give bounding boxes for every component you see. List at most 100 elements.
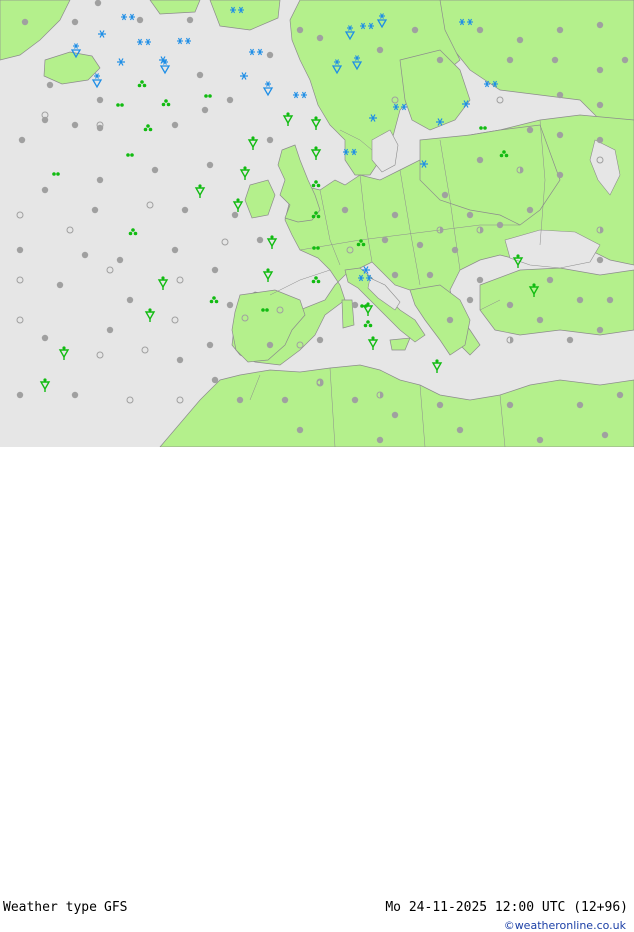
drizzle-icon xyxy=(126,153,134,157)
overcast-dot-icon xyxy=(171,246,179,254)
overcast-dot-icon xyxy=(436,56,444,64)
drizzle-icon xyxy=(479,126,487,130)
clear-circle-icon xyxy=(496,96,504,104)
overcast-dot-icon xyxy=(351,301,359,309)
overcast-dot-icon xyxy=(596,101,604,109)
clear-circle-icon xyxy=(176,396,184,404)
rain-icon xyxy=(161,99,171,107)
great-britain xyxy=(277,144,321,223)
overcast-dot-icon xyxy=(41,186,49,194)
overcast-dot-icon xyxy=(91,206,99,214)
weather-map xyxy=(0,0,634,448)
partly-cloudy-icon xyxy=(506,336,514,344)
overcast-dot-icon xyxy=(596,326,604,334)
heavy-snow-icon xyxy=(248,48,264,56)
overcast-dot-icon xyxy=(176,356,184,364)
overcast-dot-icon xyxy=(126,296,134,304)
overcast-dot-icon xyxy=(546,276,554,284)
rain-icon xyxy=(143,124,153,132)
overcast-dot-icon xyxy=(171,121,179,129)
rain-icon xyxy=(311,276,321,284)
rain-icon xyxy=(137,80,147,88)
clear-circle-icon xyxy=(146,201,154,209)
overcast-dot-icon xyxy=(16,246,24,254)
overcast-dot-icon xyxy=(506,301,514,309)
overcast-dot-icon xyxy=(201,106,209,114)
overcast-dot-icon xyxy=(596,66,604,74)
overcast-dot-icon xyxy=(94,0,102,7)
ireland xyxy=(244,179,276,219)
overcast-dot-icon xyxy=(116,256,124,264)
overcast-dot-icon xyxy=(186,16,194,24)
overcast-dot-icon xyxy=(226,96,234,104)
clear-circle-icon xyxy=(141,346,149,354)
overcast-dot-icon xyxy=(551,56,559,64)
rain-shower-icon xyxy=(145,307,155,323)
overcast-dot-icon xyxy=(536,316,544,324)
overcast-dot-icon xyxy=(16,391,24,399)
overcast-dot-icon xyxy=(206,161,214,169)
north-africa xyxy=(159,364,634,448)
overcast-dot-icon xyxy=(416,241,424,249)
overcast-dot-icon xyxy=(476,26,484,34)
overcast-dot-icon xyxy=(476,276,484,284)
overcast-dot-icon xyxy=(211,376,219,384)
valid-time-label: Mo 24-11-2025 12:00 UTC (12+96) xyxy=(385,900,628,915)
overcast-dot-icon xyxy=(281,396,289,404)
overcast-dot-icon xyxy=(576,401,584,409)
overcast-dot-icon xyxy=(496,221,504,229)
clear-circle-icon xyxy=(16,276,24,284)
overcast-dot-icon xyxy=(556,91,564,99)
rain-shower-icon xyxy=(267,234,277,250)
rain-icon xyxy=(209,296,219,304)
overcast-dot-icon xyxy=(196,71,204,79)
clear-circle-icon xyxy=(16,211,24,219)
rain-shower-icon xyxy=(40,377,50,393)
rain-shower-icon xyxy=(158,275,168,291)
overcast-dot-icon xyxy=(556,131,564,139)
clear-circle-icon xyxy=(106,266,114,274)
overcast-dot-icon xyxy=(616,391,624,399)
rain-shower-icon xyxy=(248,135,258,151)
overcast-dot-icon xyxy=(436,401,444,409)
overcast-dot-icon xyxy=(21,18,29,26)
overcast-dot-icon xyxy=(601,431,609,439)
rain-icon xyxy=(128,228,138,236)
arctic-island xyxy=(209,0,281,31)
overcast-dot-icon xyxy=(231,211,239,219)
overcast-dot-icon xyxy=(266,341,274,349)
overcast-dot-icon xyxy=(446,316,454,324)
rain-shower-icon xyxy=(233,197,243,213)
clear-circle-icon xyxy=(66,226,74,234)
snow-icon xyxy=(116,57,126,67)
overcast-dot-icon xyxy=(226,301,234,309)
clear-circle-icon xyxy=(126,396,134,404)
overcast-dot-icon xyxy=(211,266,219,274)
overcast-dot-icon xyxy=(596,136,604,144)
snow-shower-icon xyxy=(160,58,170,74)
overcast-dot-icon xyxy=(296,26,304,34)
overcast-dot-icon xyxy=(376,46,384,54)
overcast-dot-icon xyxy=(206,341,214,349)
overcast-dot-icon xyxy=(466,296,474,304)
overcast-dot-icon xyxy=(376,436,384,444)
map-canvas xyxy=(0,0,634,448)
greenland xyxy=(0,0,71,61)
heavy-snow-icon xyxy=(136,38,152,46)
overcast-dot-icon xyxy=(316,34,324,42)
overcast-dot-icon xyxy=(526,126,534,134)
arctic-island-2 xyxy=(149,0,201,15)
overcast-dot-icon xyxy=(181,206,189,214)
overcast-dot-icon xyxy=(106,326,114,334)
clear-circle-icon xyxy=(171,316,179,324)
overcast-dot-icon xyxy=(266,136,274,144)
model-label: GFS xyxy=(104,900,128,915)
overcast-dot-icon xyxy=(256,236,264,244)
overcast-dot-icon xyxy=(426,271,434,279)
credit-link[interactable]: ©weatheronline.co.uk xyxy=(504,919,626,932)
overcast-dot-icon xyxy=(266,51,274,59)
overcast-dot-icon xyxy=(381,236,389,244)
overcast-dot-icon xyxy=(476,156,484,164)
overcast-dot-icon xyxy=(46,81,54,89)
overcast-dot-icon xyxy=(236,396,244,404)
